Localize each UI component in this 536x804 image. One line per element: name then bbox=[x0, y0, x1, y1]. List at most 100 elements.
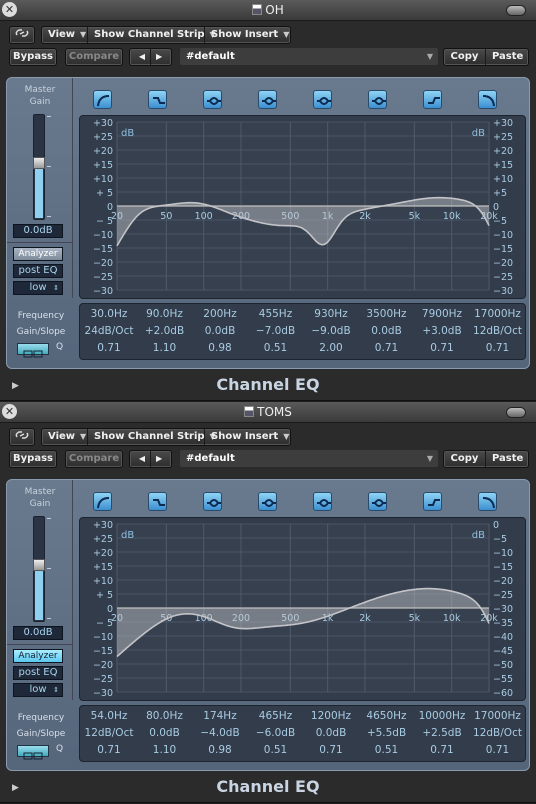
band-6-bell-button[interactable] bbox=[368, 90, 387, 109]
band-8-gain-value[interactable]: 12dB/Oct bbox=[470, 325, 526, 337]
master-gain-slider[interactable] bbox=[33, 516, 45, 622]
band-7-gain-value[interactable]: +3.0dB bbox=[414, 325, 470, 337]
band-8-gain-value[interactable]: 12dB/Oct bbox=[470, 727, 526, 739]
band-3-gain-value[interactable]: 0.0dB bbox=[192, 325, 248, 337]
band-3-bell-button[interactable] bbox=[203, 492, 222, 511]
compare-button[interactable]: Compare bbox=[65, 450, 123, 468]
band-2-low-shelf-button[interactable] bbox=[148, 90, 167, 109]
show-insert-menu[interactable]: Show Insert ▼ bbox=[205, 429, 289, 445]
band-6-bell-button[interactable] bbox=[368, 492, 387, 511]
band-6-q-value[interactable]: 0.51 bbox=[359, 744, 415, 756]
band-1-gain-value[interactable]: 24dB/Oct bbox=[81, 325, 137, 337]
band-4-freq-value[interactable]: 465Hz bbox=[248, 710, 304, 722]
view-menu[interactable]: View ▼ bbox=[42, 429, 88, 445]
band-7-high-shelf-button[interactable] bbox=[423, 492, 442, 511]
band-3-q-value[interactable]: 0.98 bbox=[192, 342, 248, 354]
band-2-freq-value[interactable]: 90.0Hz bbox=[137, 308, 193, 320]
link-button[interactable] bbox=[9, 428, 35, 446]
compare-button[interactable]: Compare bbox=[65, 48, 123, 66]
band-5-q-value[interactable]: 2.00 bbox=[303, 342, 359, 354]
previous-preset-button[interactable]: ◀ bbox=[134, 49, 151, 65]
band-6-freq-value[interactable]: 4650Hz bbox=[359, 710, 415, 722]
bypass-button[interactable]: Bypass bbox=[9, 48, 57, 66]
previous-preset-button[interactable]: ◀ bbox=[134, 451, 151, 467]
band-4-bell-button[interactable] bbox=[258, 90, 277, 109]
band-2-freq-value[interactable]: 80.0Hz bbox=[137, 710, 193, 722]
band-4-bell-button[interactable] bbox=[258, 492, 277, 511]
band-5-freq-value[interactable]: 930Hz bbox=[303, 308, 359, 320]
link-button[interactable] bbox=[9, 26, 35, 44]
show-channel-strip-menu[interactable]: Show Channel Strip ▼ bbox=[88, 429, 216, 445]
paste-button[interactable]: Paste bbox=[486, 49, 528, 65]
copy-button[interactable]: Copy bbox=[444, 451, 486, 467]
band-3-gain-value[interactable]: −4.0dB bbox=[192, 727, 248, 739]
show-channel-strip-menu[interactable]: Show Channel Strip ▼ bbox=[88, 27, 216, 43]
band-7-gain-value[interactable]: +2.5dB bbox=[414, 727, 470, 739]
band-4-gain-value[interactable]: −7.0dB bbox=[248, 325, 304, 337]
band-6-gain-value[interactable]: +5.5dB bbox=[359, 727, 415, 739]
master-gain-value[interactable]: 0.0dB bbox=[13, 626, 63, 640]
master-gain-slider[interactable] bbox=[33, 114, 45, 220]
band-3-freq-value[interactable]: 174Hz bbox=[192, 710, 248, 722]
band-8-q-value[interactable]: 0.71 bbox=[470, 744, 526, 756]
band-5-q-value[interactable]: 0.71 bbox=[303, 744, 359, 756]
band-6-q-value[interactable]: 0.71 bbox=[359, 342, 415, 354]
analyzer-resolution-select[interactable]: low ⇕ bbox=[13, 683, 63, 697]
band-5-bell-button[interactable] bbox=[313, 492, 332, 511]
next-preset-button[interactable]: ▶ bbox=[151, 49, 167, 65]
analyzer-button[interactable]: Analyzer bbox=[13, 649, 63, 663]
band-7-freq-value[interactable]: 7900Hz bbox=[414, 308, 470, 320]
bypass-button[interactable]: Bypass bbox=[9, 450, 57, 468]
band-4-q-value[interactable]: 0.51 bbox=[248, 744, 304, 756]
band-3-q-value[interactable]: 0.98 bbox=[192, 744, 248, 756]
band-2-q-value[interactable]: 1.10 bbox=[137, 342, 193, 354]
band-1-gain-value[interactable]: 12dB/Oct bbox=[81, 727, 137, 739]
analyzer-resolution-select[interactable]: low ⇕ bbox=[13, 281, 63, 295]
preset-dropdown[interactable]: #default ▼ bbox=[180, 450, 438, 467]
eq-graph[interactable]: +30 +30 +25 +25 +20 +20 +15 +15 +10 +10 + 5 +5 0 0− 5… bbox=[79, 115, 526, 299]
band-5-bell-button[interactable] bbox=[313, 90, 332, 109]
toolbar-toggle-button[interactable] bbox=[506, 407, 526, 418]
band-5-gain-value[interactable]: 0.0dB bbox=[303, 727, 359, 739]
next-preset-button[interactable]: ▶ bbox=[151, 451, 167, 467]
show-insert-menu[interactable]: Show Insert ▼ bbox=[205, 27, 289, 43]
link-q-button[interactable] bbox=[17, 343, 49, 358]
analyzer-button[interactable]: Analyzer bbox=[13, 247, 63, 261]
band-3-bell-button[interactable] bbox=[203, 90, 222, 109]
band-8-high-cut-button[interactable] bbox=[478, 90, 497, 109]
copy-button[interactable]: Copy bbox=[444, 49, 486, 65]
band-8-high-cut-button[interactable] bbox=[478, 492, 497, 511]
band-4-gain-value[interactable]: −6.0dB bbox=[248, 727, 304, 739]
band-8-freq-value[interactable]: 17000Hz bbox=[470, 710, 526, 722]
band-2-low-shelf-button[interactable] bbox=[148, 492, 167, 511]
eq-graph[interactable]: +30 0 +25 −5 +20 −10 +15 −15 +10 −20 + 5 −25 0 −30− 5… bbox=[79, 517, 526, 701]
band-2-gain-value[interactable]: +2.0dB bbox=[137, 325, 193, 337]
band-5-gain-value[interactable]: −9.0dB bbox=[303, 325, 359, 337]
band-3-freq-value[interactable]: 200Hz bbox=[192, 308, 248, 320]
slider-handle[interactable] bbox=[33, 156, 45, 169]
band-1-q-value[interactable]: 0.71 bbox=[81, 342, 137, 354]
view-menu[interactable]: View ▼ bbox=[42, 27, 88, 43]
analyzer-mode-button[interactable]: post EQ bbox=[13, 264, 63, 278]
band-4-freq-value[interactable]: 455Hz bbox=[248, 308, 304, 320]
band-1-freq-value[interactable]: 54.0Hz bbox=[81, 710, 137, 722]
band-7-q-value[interactable]: 0.71 bbox=[414, 342, 470, 354]
paste-button[interactable]: Paste bbox=[486, 451, 528, 467]
band-6-gain-value[interactable]: 0.0dB bbox=[359, 325, 415, 337]
link-q-button[interactable] bbox=[17, 745, 49, 760]
band-1-q-value[interactable]: 0.71 bbox=[81, 744, 137, 756]
band-8-freq-value[interactable]: 17000Hz bbox=[470, 308, 526, 320]
slider-handle[interactable] bbox=[33, 558, 45, 571]
band-7-freq-value[interactable]: 10000Hz bbox=[414, 710, 470, 722]
preset-dropdown[interactable]: #default ▼ bbox=[180, 48, 438, 65]
band-2-gain-value[interactable]: 0.0dB bbox=[137, 727, 193, 739]
band-1-freq-value[interactable]: 30.0Hz bbox=[81, 308, 137, 320]
band-1-low-cut-button[interactable] bbox=[93, 90, 112, 109]
band-7-q-value[interactable]: 0.71 bbox=[414, 744, 470, 756]
toolbar-toggle-button[interactable] bbox=[506, 5, 526, 16]
master-gain-value[interactable]: 0.0dB bbox=[13, 224, 63, 238]
band-5-freq-value[interactable]: 1200Hz bbox=[303, 710, 359, 722]
band-1-low-cut-button[interactable] bbox=[93, 492, 112, 511]
analyzer-mode-button[interactable]: post EQ bbox=[13, 666, 63, 680]
band-7-high-shelf-button[interactable] bbox=[423, 90, 442, 109]
